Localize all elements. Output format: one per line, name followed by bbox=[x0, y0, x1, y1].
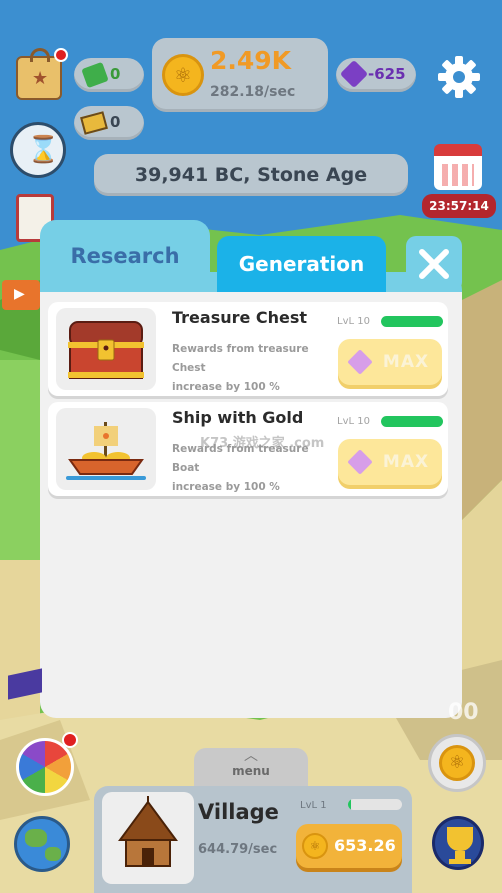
graduation-button[interactable] bbox=[8, 660, 42, 710]
coins-panel: ⚛ 2.49K 282.18/sec bbox=[152, 38, 328, 112]
close-icon bbox=[419, 249, 449, 279]
coin-icon: ⚛ bbox=[302, 833, 328, 859]
settings-button[interactable] bbox=[436, 54, 482, 100]
card-progress-bar bbox=[381, 316, 443, 327]
shop-bag-icon: ★ bbox=[16, 48, 62, 100]
atom-button[interactable]: ⚛ bbox=[428, 734, 486, 792]
tab-generation-label: Generation bbox=[238, 252, 365, 276]
max-button[interactable]: MAX bbox=[338, 339, 442, 385]
menu-tab[interactable]: ︿ menu bbox=[194, 748, 308, 786]
timer-value: 23:57:14 bbox=[429, 199, 489, 213]
building-panel: Village 644.79/sec LvL 1 ⚛ 653.26 bbox=[94, 786, 412, 893]
partial-number: 00 bbox=[448, 700, 479, 725]
cash-icon bbox=[81, 61, 109, 89]
building-name: Village bbox=[198, 800, 279, 824]
shop-button[interactable]: ★ bbox=[12, 46, 68, 102]
era-label: 39,941 BC, Stone Age bbox=[134, 164, 368, 186]
treasure-chest-icon bbox=[68, 321, 144, 379]
building-rate: 644.79/sec bbox=[198, 842, 278, 857]
building-image[interactable] bbox=[102, 792, 194, 884]
card-desc-line: increase by 100 % bbox=[172, 481, 280, 493]
chevron-up-icon: ︿ bbox=[244, 748, 258, 764]
atom-coin-icon: ⚛ bbox=[439, 745, 475, 781]
hourglass-icon: ⌛ bbox=[27, 135, 60, 165]
gem-counter: -625 bbox=[336, 58, 416, 92]
ticket-counter: 0 bbox=[74, 106, 144, 140]
coins-total: 2.49K bbox=[210, 46, 292, 75]
tab-research-label: Research bbox=[70, 244, 180, 268]
coin-icon: ⚛ bbox=[162, 54, 204, 96]
tab-generation[interactable]: Generation bbox=[217, 236, 386, 292]
building-progress-fill bbox=[348, 799, 351, 810]
gold-ship-icon bbox=[66, 422, 146, 480]
close-button[interactable] bbox=[406, 236, 462, 292]
max-button-label: MAX bbox=[382, 452, 430, 472]
video-play-icon: ▶ bbox=[14, 286, 25, 302]
max-button-label: MAX bbox=[382, 352, 430, 372]
ticket-value: 0 bbox=[110, 113, 121, 131]
globe-icon bbox=[14, 816, 70, 872]
menu-label: menu bbox=[232, 764, 270, 778]
cash-value: 0 bbox=[110, 65, 121, 83]
card-title: Treasure Chest bbox=[172, 308, 308, 327]
card-image bbox=[56, 408, 156, 490]
color-wheel-button[interactable] bbox=[14, 732, 78, 798]
event-timer: 23:57:14 bbox=[422, 194, 496, 218]
notification-dot bbox=[62, 732, 78, 748]
card-progress-bar bbox=[381, 416, 443, 427]
card-image bbox=[56, 308, 156, 390]
trophy-icon bbox=[432, 816, 484, 870]
gem-icon bbox=[347, 349, 373, 375]
era-banner: 39,941 BC, Stone Age bbox=[94, 154, 408, 196]
tab-research[interactable]: Research bbox=[40, 220, 210, 292]
calendar-icon bbox=[434, 144, 482, 190]
gem-icon bbox=[339, 59, 369, 89]
gem-icon bbox=[347, 449, 373, 475]
time-button[interactable]: ⌛ bbox=[10, 122, 66, 178]
watermark: K73 游戏之家 .com bbox=[200, 436, 325, 451]
cash-counter: 0 bbox=[74, 58, 144, 92]
calendar-button[interactable] bbox=[430, 142, 486, 194]
upgrade-button[interactable]: ⚛ 653.26 bbox=[296, 824, 402, 868]
ticket-icon bbox=[80, 111, 108, 135]
gem-value: -625 bbox=[368, 65, 406, 83]
card-desc-line: Rewards from treasure bbox=[172, 343, 309, 355]
gear-icon bbox=[438, 56, 480, 98]
card-description: Rewards from treasure Chest increase by … bbox=[172, 340, 312, 397]
coins-rate: 282.18/sec bbox=[210, 84, 296, 100]
world-button[interactable] bbox=[10, 812, 74, 876]
trophy-button[interactable] bbox=[428, 812, 488, 874]
hut-icon bbox=[118, 796, 178, 867]
card-desc-line: Boat bbox=[172, 462, 200, 474]
building-progress-track bbox=[348, 799, 402, 810]
upgrade-cost: 653.26 bbox=[334, 836, 396, 855]
research-card: Treasure Chest Rewards from treasure Che… bbox=[48, 302, 448, 396]
card-level: LvL 10 bbox=[337, 416, 370, 427]
max-button[interactable]: MAX bbox=[338, 439, 442, 485]
building-level: LvL 1 bbox=[300, 800, 327, 811]
card-desc-line: increase by 100 % bbox=[172, 381, 280, 393]
video-reward-button[interactable]: ▶ bbox=[2, 280, 40, 310]
card-title: Ship with Gold bbox=[172, 408, 304, 427]
card-level: LvL 10 bbox=[337, 316, 370, 327]
graduation-cap-icon bbox=[8, 668, 42, 700]
card-desc-line: Chest bbox=[172, 362, 206, 374]
notification-dot bbox=[54, 48, 68, 62]
